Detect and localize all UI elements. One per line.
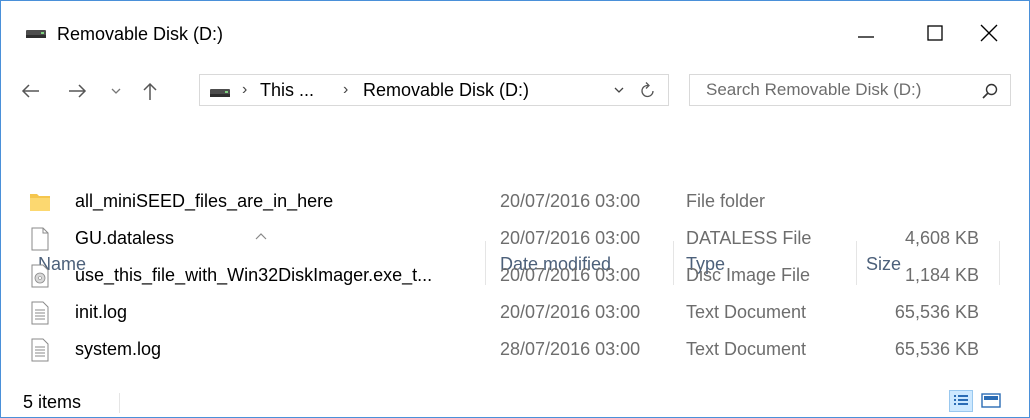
title-bar[interactable]: Removable Disk (D:) bbox=[1, 1, 1029, 61]
address-bar[interactable]: › This ... › Removable Disk (D:) bbox=[199, 74, 669, 106]
search-box[interactable]: Search Removable Disk (D:) bbox=[689, 74, 1011, 106]
file-date: 20/07/2016 03:00 bbox=[500, 191, 641, 211]
file-size: 65,536 KB bbox=[894, 339, 979, 359]
file-name[interactable]: use_this_file_with_Win32DiskImager.exe_t… bbox=[75, 257, 432, 294]
window-title: Removable Disk (D:) bbox=[57, 24, 224, 44]
file-type: Text Document bbox=[686, 339, 807, 359]
file-row[interactable]: GU.dataless 20/07/2016 03:00 DATALESS Fi… bbox=[23, 220, 1013, 257]
folder-icon bbox=[30, 194, 50, 211]
maximize-button[interactable] bbox=[915, 11, 955, 55]
file-size: 1,184 KB bbox=[904, 265, 979, 285]
file-date: 20/07/2016 03:00 bbox=[500, 265, 641, 285]
chevron-down-icon bbox=[111, 88, 121, 94]
search-placeholder: Search Removable Disk (D:) bbox=[706, 80, 922, 99]
file-type: File folder bbox=[686, 191, 766, 211]
column-header-row: Name Date modified Type Size bbox=[1, 113, 1029, 285]
file-date: 28/07/2016 03:00 bbox=[500, 339, 641, 359]
removable-drive-icon bbox=[210, 89, 230, 97]
explorer-window: Removable Disk (D:) › This ... › Removab… bbox=[0, 0, 1030, 418]
refresh-button[interactable] bbox=[636, 75, 660, 105]
item-count: 5 items bbox=[23, 392, 82, 412]
minimize-icon bbox=[858, 36, 874, 38]
file-row[interactable]: system.log 28/07/2016 03:00 Text Documen… bbox=[23, 331, 1013, 368]
file-row[interactable]: all_miniSEED_files_are_in_here 20/07/201… bbox=[23, 183, 1013, 220]
breadcrumb-removable-disk[interactable]: Removable Disk (D:) bbox=[363, 75, 529, 105]
disc-image-icon bbox=[31, 264, 49, 288]
file-date: 20/07/2016 03:00 bbox=[500, 302, 641, 322]
recent-locations-button[interactable] bbox=[105, 75, 127, 107]
file-name[interactable]: init.log bbox=[75, 294, 127, 331]
forward-button[interactable] bbox=[61, 75, 93, 107]
minimize-button[interactable] bbox=[846, 11, 886, 55]
file-name[interactable]: system.log bbox=[75, 331, 161, 368]
refresh-icon bbox=[641, 82, 654, 98]
breadcrumb-this-pc[interactable]: This ... bbox=[260, 75, 314, 105]
arrow-right-icon bbox=[69, 84, 87, 98]
file-size: 65,536 KB bbox=[894, 302, 979, 322]
large-icons-view-button[interactable] bbox=[979, 390, 1003, 412]
file-row[interactable]: use_this_file_with_Win32DiskImager.exe_t… bbox=[23, 257, 1013, 294]
status-divider bbox=[119, 393, 120, 413]
details-view-button[interactable] bbox=[949, 390, 973, 412]
close-button[interactable] bbox=[969, 11, 1009, 55]
chevron-down-icon bbox=[614, 87, 624, 93]
breadcrumb-separator: › bbox=[242, 81, 248, 98]
large-icons-view-icon bbox=[981, 393, 1001, 408]
status-bar: 5 items bbox=[1, 385, 1029, 417]
back-button[interactable] bbox=[15, 75, 47, 107]
file-name[interactable]: GU.dataless bbox=[75, 220, 174, 257]
file-date: 20/07/2016 03:00 bbox=[500, 228, 641, 248]
file-type: Text Document bbox=[686, 302, 807, 322]
text-document-icon bbox=[31, 338, 49, 362]
breadcrumb-separator: › bbox=[343, 81, 349, 98]
removable-drive-icon bbox=[26, 30, 46, 38]
maximize-icon bbox=[927, 25, 943, 41]
search-icon[interactable] bbox=[980, 81, 1000, 101]
file-type: Disc Image File bbox=[686, 265, 811, 285]
file-icon bbox=[31, 227, 49, 251]
text-document-icon bbox=[31, 301, 49, 325]
close-icon bbox=[980, 24, 998, 42]
arrow-left-icon bbox=[21, 84, 39, 98]
address-dropdown-button[interactable] bbox=[610, 75, 628, 105]
file-type: DATALESS File bbox=[686, 228, 812, 248]
file-size: 4,608 KB bbox=[904, 228, 979, 248]
up-button[interactable] bbox=[135, 75, 165, 107]
details-view-icon bbox=[954, 395, 968, 405]
file-row[interactable]: init.log 20/07/2016 03:00 Text Document … bbox=[23, 294, 1013, 331]
file-name[interactable]: all_miniSEED_files_are_in_here bbox=[75, 183, 333, 220]
arrow-up-icon bbox=[143, 82, 157, 100]
